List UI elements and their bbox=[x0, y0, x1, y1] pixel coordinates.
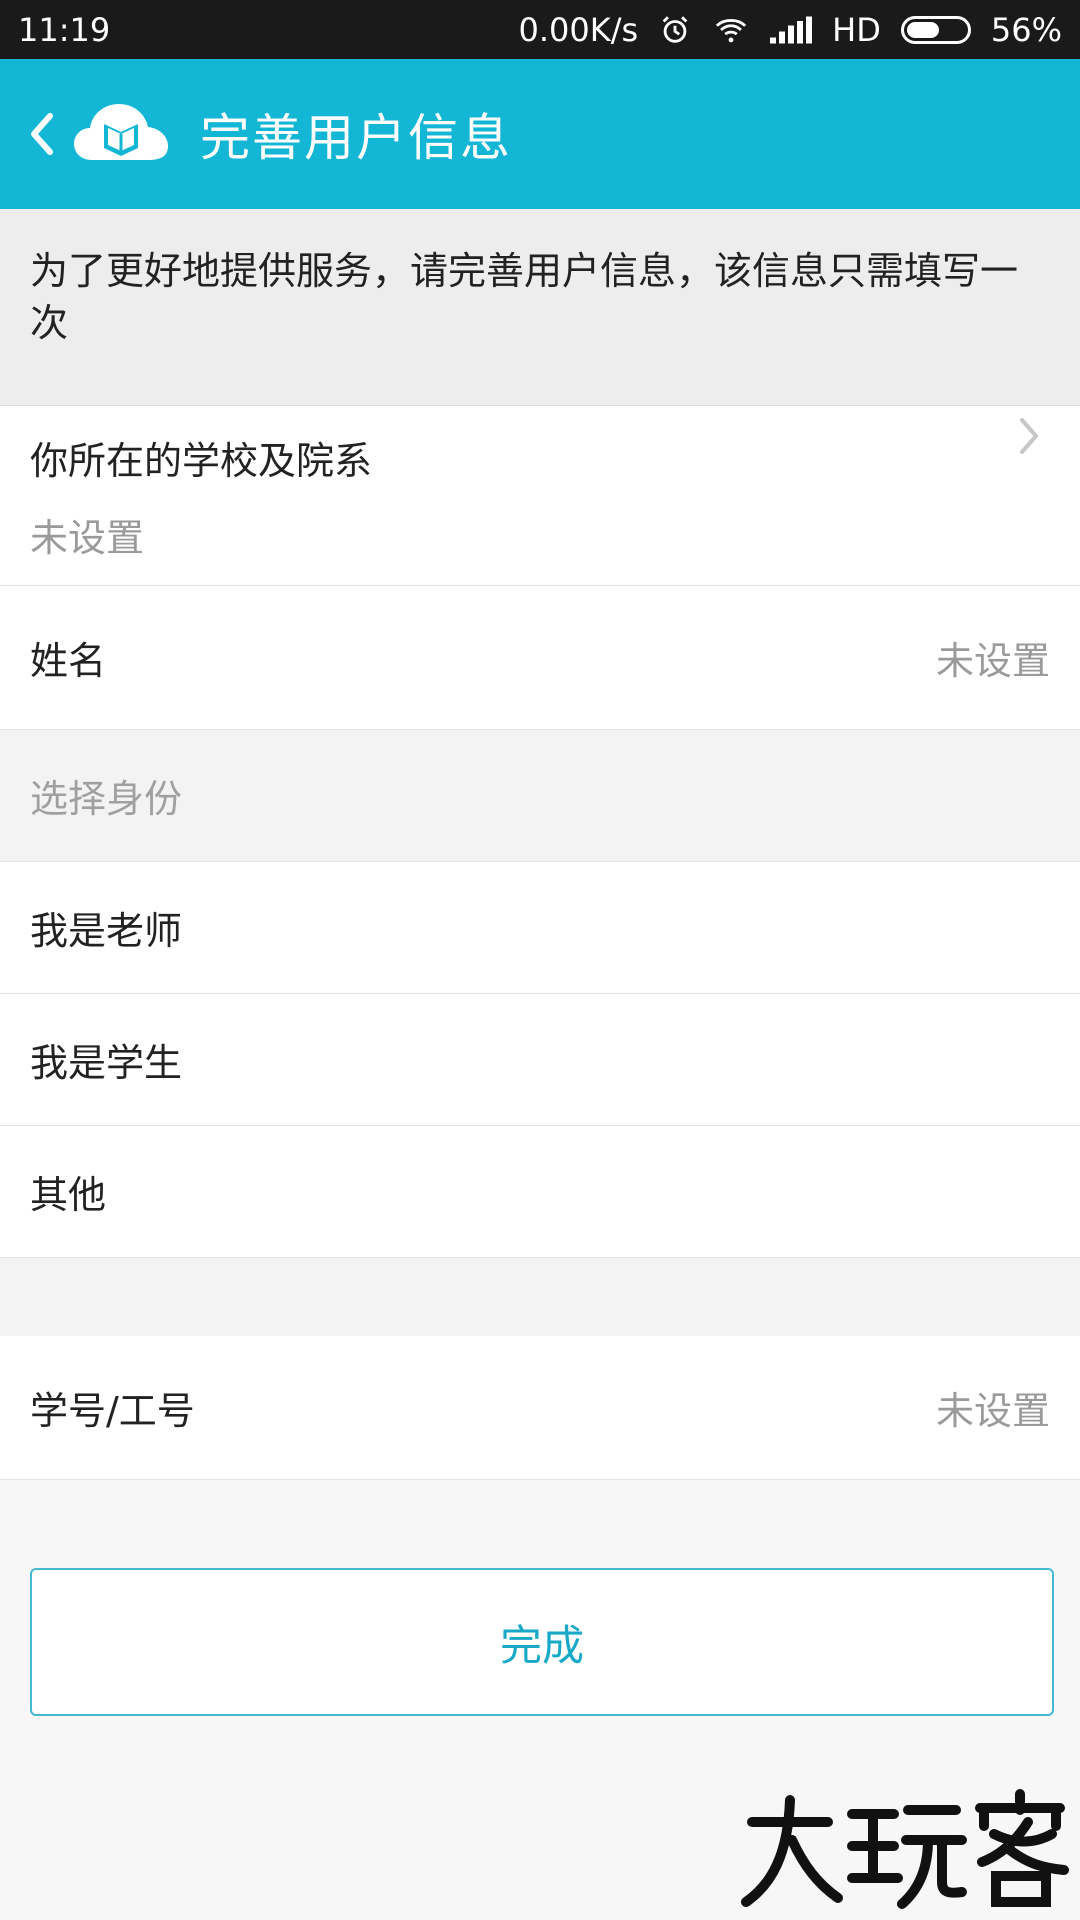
back-icon[interactable] bbox=[22, 104, 62, 164]
name-label: 姓名 bbox=[30, 639, 107, 683]
hd-label: HD bbox=[832, 10, 881, 49]
complete-button[interactable]: 完成 bbox=[30, 1568, 1054, 1716]
id-number-label: 学号/工号 bbox=[30, 1389, 195, 1433]
id-number-value: 未设置 bbox=[935, 1389, 1050, 1433]
alarm-icon bbox=[658, 13, 692, 47]
screen: 11:19 0.00K/s HD 56% 完善用户信息 为了更好地提供服务，请完… bbox=[0, 0, 1080, 1920]
network-speed: 0.00K/s bbox=[518, 10, 639, 49]
page-title: 完善用户信息 bbox=[200, 109, 512, 167]
chevron-right-icon bbox=[1010, 406, 1050, 466]
name-value: 未设置 bbox=[935, 639, 1050, 683]
school-value: 未设置 bbox=[30, 515, 145, 560]
school-label: 你所在的学校及院系 bbox=[30, 438, 373, 483]
watermark-logo bbox=[732, 1780, 1072, 1920]
school-department-cell[interactable]: 你所在的学校及院系 未设置 bbox=[0, 406, 1080, 586]
status-bar: 11:19 0.00K/s HD 56% bbox=[0, 0, 1080, 59]
app-header: 完善用户信息 bbox=[0, 59, 1080, 209]
cloud-book-logo-icon bbox=[70, 94, 172, 174]
status-time: 11:19 bbox=[18, 10, 111, 49]
identity-option-teacher[interactable]: 我是老师 bbox=[0, 862, 1080, 994]
identity-option-other[interactable]: 其他 bbox=[0, 1126, 1080, 1258]
wifi-icon bbox=[712, 13, 750, 47]
identity-option-label: 我是学生 bbox=[30, 1041, 183, 1085]
section-spacer bbox=[0, 1258, 1080, 1337]
identity-option-label: 其他 bbox=[30, 1173, 107, 1217]
id-number-cell[interactable]: 学号/工号 未设置 bbox=[0, 1336, 1080, 1480]
intro-message: 为了更好地提供服务，请完善用户信息，该信息只需填写一次 bbox=[0, 209, 1080, 406]
battery-percent: 56% bbox=[990, 10, 1062, 49]
status-right: 0.00K/s HD 56% bbox=[518, 11, 1062, 49]
identity-option-student[interactable]: 我是学生 bbox=[0, 994, 1080, 1126]
school-text-group: 你所在的学校及院系 未设置 bbox=[30, 406, 372, 585]
battery-level-fill bbox=[906, 21, 940, 38]
signal-icon bbox=[770, 16, 813, 44]
name-cell[interactable]: 姓名 未设置 bbox=[0, 586, 1080, 730]
battery-icon bbox=[900, 15, 971, 44]
identity-option-label: 我是老师 bbox=[30, 909, 183, 953]
identity-section-header: 选择身份 bbox=[0, 730, 1080, 862]
